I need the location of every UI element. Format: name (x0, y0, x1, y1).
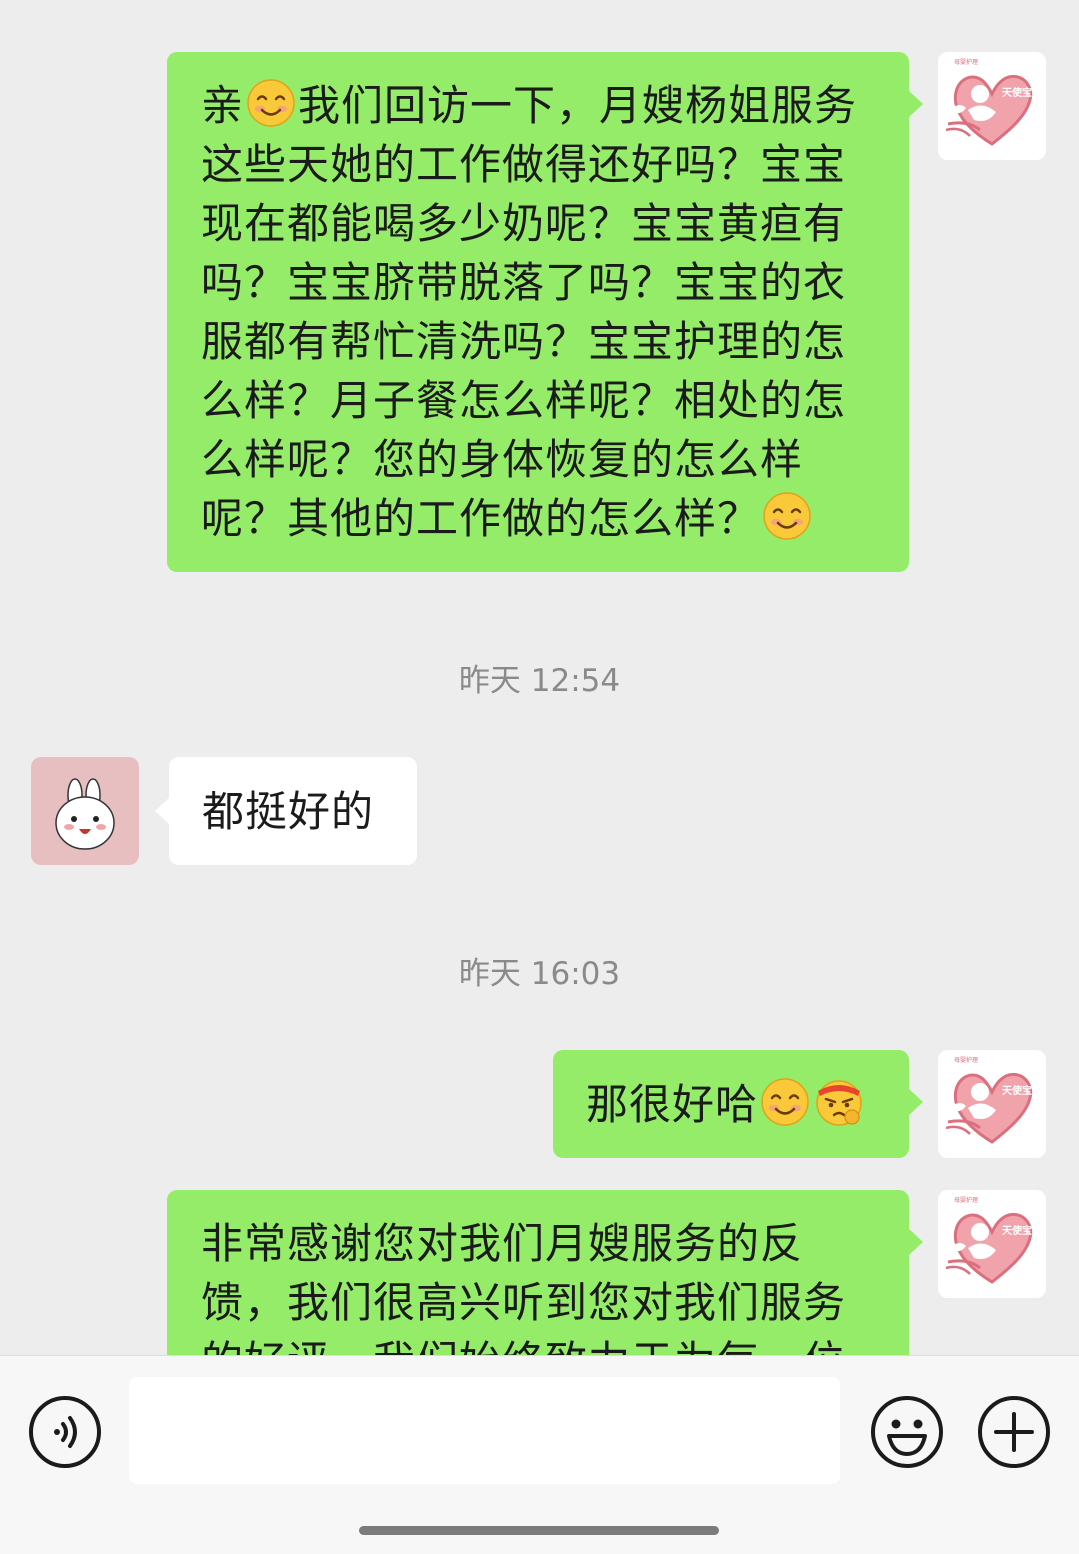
message-text: 都挺好的 (202, 787, 375, 836)
message-bubble-outgoing[interactable]: 非常感谢您对我们月嫂服务的反 馈，我们很高兴听到您对我们服务 的好评，我们始终致… (167, 1190, 923, 1355)
message-line: 么样？月子餐怎么样呢？相处的怎 (201, 376, 847, 425)
bunny-avatar-icon (55, 778, 115, 850)
determined-emoji-icon (814, 1077, 864, 1127)
message-line: 吗？宝宝脐带脱落了吗？宝宝的衣 (201, 258, 847, 307)
message-line: 这些天她的工作做得还好吗？宝宝 (201, 140, 847, 189)
message-bubble-outgoing[interactable]: 那很好哈 (553, 1050, 923, 1158)
shop-avatar[interactable] (938, 52, 1046, 160)
angel-heart-logo-icon (938, 1050, 1046, 1158)
angel-heart-logo-icon (938, 52, 1046, 160)
emoji-icon[interactable] (869, 1394, 945, 1470)
message-line: 馈，我们很高兴听到您对我们服务 (201, 1278, 847, 1327)
chat-input-bar (0, 1355, 1079, 1554)
shop-avatar[interactable] (938, 1050, 1046, 1158)
home-indicator[interactable] (359, 1526, 719, 1535)
customer-avatar[interactable] (31, 757, 139, 865)
message-bubble-incoming[interactable]: 都挺好的 (155, 757, 417, 865)
smile-emoji-icon (762, 491, 812, 541)
message-text: 那很好哈 (586, 1080, 759, 1129)
timestamp: 昨天 12:54 (458, 663, 621, 699)
voice-icon[interactable] (27, 1394, 103, 1470)
message-line: 服都有帮忙清洗吗？宝宝护理的怎 (201, 317, 847, 366)
angel-heart-logo-icon (938, 1190, 1046, 1298)
message-bubble-outgoing[interactable]: 亲我们回访一下，月嫂杨姐服务 这些天她的工作做得还好吗？宝宝 现在都能喝多少奶呢… (167, 52, 923, 572)
smile-emoji-icon (760, 1077, 810, 1127)
timestamp: 昨天 16:03 (458, 956, 621, 992)
smile-emoji-icon (246, 78, 296, 128)
message-line: 么样呢？您的身体恢复的怎么样 (201, 435, 804, 484)
message-line: 非常感谢您对我们月嫂服务的反 (201, 1219, 804, 1268)
plus-icon[interactable] (976, 1394, 1052, 1470)
message-line: 的好评，我们始终致力于为每一位 (201, 1332, 889, 1355)
message-line: 现在都能喝多少奶呢？宝宝黄疸有 (201, 199, 847, 248)
message-line: 呢？其他的工作做的怎么样？ (201, 489, 889, 548)
message-input[interactable] (129, 1377, 840, 1484)
shop-avatar[interactable] (938, 1190, 1046, 1298)
chat-history[interactable]: 亲我们回访一下，月嫂杨姐服务 这些天她的工作做得还好吗？宝宝 现在都能喝多少奶呢… (0, 0, 1079, 1355)
message-line: 亲我们回访一下，月嫂杨姐服务 (201, 76, 889, 135)
